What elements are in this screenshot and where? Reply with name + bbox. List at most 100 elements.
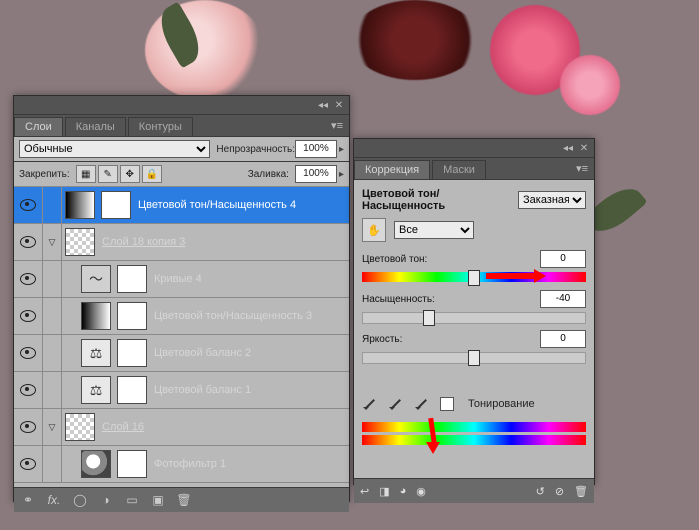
layer-row[interactable]: ▽ Слой 16 (14, 409, 349, 446)
hue-slider[interactable] (362, 272, 586, 282)
visibility-icon[interactable] (20, 236, 36, 248)
return-icon[interactable]: ↩ (360, 485, 369, 498)
expand-icon[interactable]: ▽ (43, 409, 62, 445)
lock-transparency-icon[interactable]: ▦ (76, 165, 96, 183)
layer-thumb-icon[interactable] (65, 413, 95, 441)
link-col[interactable] (43, 187, 62, 223)
targeted-adjust-icon[interactable]: ✋ (362, 218, 386, 242)
tab-adjustments[interactable]: Коррекция (354, 160, 430, 179)
fx-icon[interactable]: fx. (46, 492, 62, 508)
layers-titlebar[interactable]: ◂◂ ✕ (14, 96, 349, 115)
collapse-icon[interactable]: ◂◂ (317, 99, 329, 111)
layer-mask-icon[interactable] (117, 265, 147, 293)
visibility-icon[interactable] (20, 421, 36, 433)
layer-mask-icon[interactable] (101, 191, 131, 219)
colorize-checkbox[interactable] (440, 397, 454, 411)
layer-name[interactable]: Цветовой баланс 1 (150, 384, 349, 396)
slider-knob[interactable] (468, 350, 480, 366)
delete-adjustment-icon[interactable]: 🗑 (574, 485, 588, 498)
close-icon[interactable]: ✕ (578, 142, 590, 154)
layer-thumb-icon[interactable]: ～ (81, 265, 111, 293)
adjust-body: Цветовой тон/Насыщенность Заказная ✋ Все… (354, 180, 594, 503)
toggle-visibility-icon[interactable]: ◉ (416, 485, 426, 498)
layer-thumb-icon[interactable] (65, 228, 95, 256)
layer-row[interactable]: Цветовой тон/Насыщенность 4 (14, 187, 349, 224)
tab-channels[interactable]: Каналы (65, 117, 126, 136)
lock-all-icon[interactable]: 🔒 (142, 165, 162, 183)
layer-name[interactable]: Фотофильтр 1 (150, 458, 349, 470)
tab-paths[interactable]: Контуры (128, 117, 193, 136)
hue-input[interactable]: 0 (540, 250, 586, 268)
slider-knob[interactable] (423, 310, 435, 326)
layer-row[interactable]: ～ Кривые 4 (14, 261, 349, 298)
visibility-icon[interactable] (20, 310, 36, 322)
add-mask-icon[interactable]: ◯ (72, 492, 88, 508)
adjust-titlebar[interactable]: ◂◂ ✕ (354, 139, 594, 158)
visibility-icon[interactable] (20, 347, 36, 359)
layer-mask-icon[interactable] (117, 376, 147, 404)
panel-menu-icon[interactable]: ▾≡ (325, 117, 349, 136)
hue-label: Цветовой тон: (362, 254, 427, 265)
link-layers-icon[interactable]: ⚭ (20, 492, 36, 508)
visibility-icon[interactable] (20, 384, 36, 396)
lock-position-icon[interactable]: ✥ (120, 165, 140, 183)
layers-toolbar: Обычные Непрозрачность: 100% ▸ (14, 137, 349, 162)
layer-row[interactable]: Фотофильтр 1 (14, 446, 349, 483)
eyedropper-add-icon[interactable] (388, 396, 404, 412)
reset-icon[interactable]: ⊘ (555, 485, 564, 498)
lightness-input[interactable]: 0 (540, 330, 586, 348)
preset-select[interactable]: Заказная (518, 191, 586, 209)
fill-arrow-icon[interactable]: ▸ (339, 169, 344, 180)
new-adjustment-icon[interactable]: ◑ (98, 492, 114, 508)
delete-layer-icon[interactable]: 🗑 (176, 492, 192, 508)
layer-thumb-icon[interactable] (81, 450, 111, 478)
opacity-input[interactable]: 100% (295, 140, 337, 158)
eyedropper-icon[interactable] (362, 396, 378, 412)
fill-input[interactable]: 100% (295, 165, 337, 183)
adjust-bottom-bar: ↩ ◨ ◕ ◉ ↺ ⊘ 🗑 (354, 478, 594, 503)
layer-name[interactable]: Слой 18 копия 3 (98, 236, 349, 248)
eyedropper-subtract-icon[interactable] (414, 396, 430, 412)
tab-masks[interactable]: Маски (432, 160, 486, 179)
range-select[interactable]: Все (394, 221, 474, 239)
layer-mask-icon[interactable] (117, 302, 147, 330)
visibility-icon[interactable] (20, 199, 36, 211)
layer-thumb-icon[interactable] (81, 302, 111, 330)
slider-knob[interactable] (468, 270, 480, 286)
layer-thumb-icon[interactable]: ⚖ (81, 339, 111, 367)
layer-name[interactable]: Цветовой тон/Насыщенность 3 (150, 310, 349, 322)
layer-row[interactable]: ⚖ Цветовой баланс 1 (14, 372, 349, 409)
layer-mask-icon[interactable] (117, 339, 147, 367)
layer-row[interactable]: Цветовой тон/Насыщенность 3 (14, 298, 349, 335)
panel-menu-icon[interactable]: ▾≡ (570, 160, 594, 179)
clip-to-layer-icon[interactable]: ◕ (400, 485, 407, 497)
new-group-icon[interactable]: ▭ (124, 492, 140, 508)
expand-icon[interactable]: ▽ (43, 224, 62, 260)
adjust-tabs: Коррекция Маски ▾≡ (354, 158, 594, 180)
layer-thumb-icon[interactable] (65, 191, 95, 219)
collapse-icon[interactable]: ◂◂ (562, 142, 574, 154)
saturation-slider[interactable] (362, 312, 586, 322)
layer-name[interactable]: Кривые 4 (150, 273, 349, 285)
visibility-icon[interactable] (20, 458, 36, 470)
layer-name[interactable]: Слой 16 (98, 421, 349, 433)
lightness-slider[interactable] (362, 352, 586, 362)
lock-pixels-icon[interactable]: ✎ (98, 165, 118, 183)
tab-layers[interactable]: Слои (14, 117, 63, 136)
layer-name[interactable]: Цветовой баланс 2 (150, 347, 349, 359)
blend-mode-select[interactable]: Обычные (19, 140, 210, 158)
layer-mask-icon[interactable] (117, 450, 147, 478)
layer-name[interactable]: Цветовой тон/Насыщенность 4 (134, 199, 349, 211)
layer-row[interactable]: ▽ Слой 18 копия 3 (14, 224, 349, 261)
new-layer-icon[interactable]: ▣ (150, 492, 166, 508)
previous-state-icon[interactable]: ↺ (536, 485, 545, 498)
layer-row[interactable]: ⚖ Цветовой баланс 2 (14, 335, 349, 372)
visibility-icon[interactable] (20, 273, 36, 285)
adjustment-title: Цветовой тон/Насыщенность (362, 188, 518, 212)
opacity-arrow-icon[interactable]: ▸ (339, 144, 344, 155)
close-icon[interactable]: ✕ (333, 99, 345, 111)
expand-view-icon[interactable]: ◨ (379, 485, 389, 498)
layer-thumb-icon[interactable]: ⚖ (81, 376, 111, 404)
saturation-input[interactable]: -40 (540, 290, 586, 308)
saturation-label: Насыщенность: (362, 294, 435, 305)
